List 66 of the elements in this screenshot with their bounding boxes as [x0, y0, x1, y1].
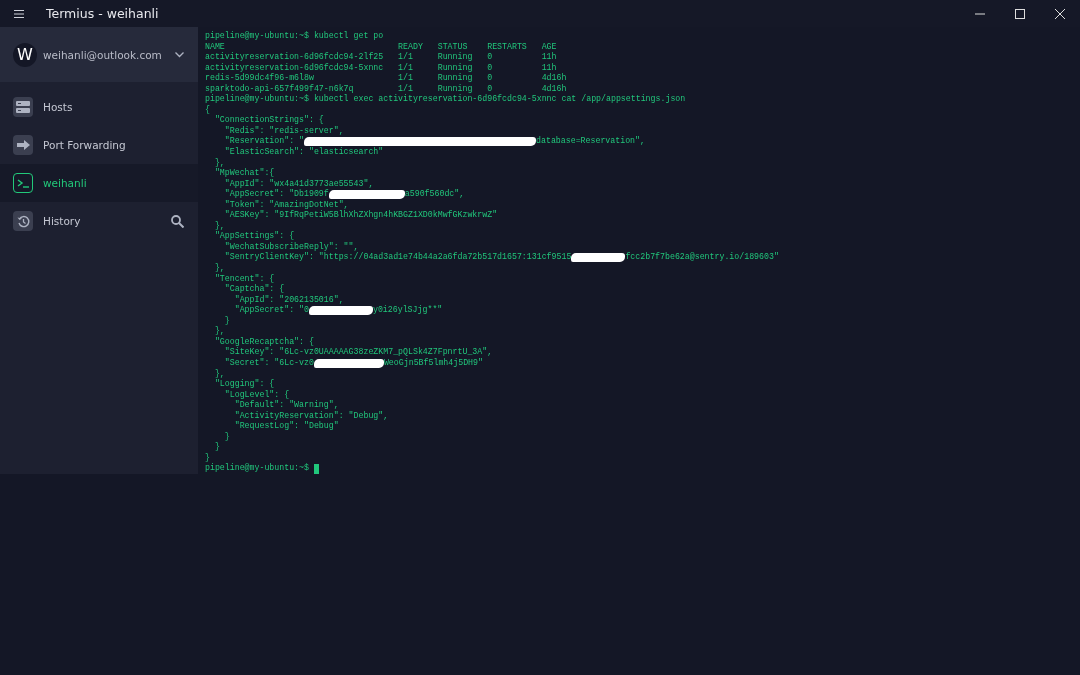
- terminal-text: "AppId": "2062135016",: [233, 294, 344, 305]
- close-icon[interactable]: [1055, 8, 1065, 19]
- terminal-text: "AppSecret": "0: [233, 305, 309, 316]
- terminal-icon: [17, 178, 29, 188]
- terminal-text: "LogLevel": {: [223, 389, 290, 400]
- chevron-icon[interactable]: [175, 51, 184, 58]
- account-panel[interactable]: W weihanli@outlook.com: [0, 27, 198, 82]
- terminal-text: database=Reservation",: [536, 136, 645, 147]
- terminal-text: a590f560dc",: [404, 189, 465, 200]
- terminal-text: "Reservation": ": [223, 136, 305, 147]
- cursor: [313, 463, 319, 474]
- terminal-text: },: [213, 368, 225, 379]
- redaction-scribble: [571, 253, 626, 263]
- terminal-text: },: [213, 263, 225, 274]
- sidebar-item[interactable]: weihanli: [0, 164, 198, 202]
- terminal-text: "RequestLog": "Debug": [233, 421, 339, 432]
- sidebar-item[interactable]: Hosts: [0, 88, 198, 126]
- terminal-text: "MpWechat":{: [213, 168, 275, 179]
- redaction-scribble: [313, 358, 384, 368]
- arrow-icon: [16, 140, 30, 150]
- terminal-text: sparktodo-api-657f499f47-n6k7q 1/1 Running 0 4d16h: [205, 83, 567, 94]
- terminal-text: "GoogleRecaptcha": {: [213, 336, 314, 347]
- account-email: weihanli@outlook.com: [43, 48, 163, 61]
- terminal-text: "AppSettings": {: [213, 231, 295, 242]
- terminal-text: fcc2b7f7be62a@sentry.io/189603": [625, 252, 779, 264]
- maximize-icon[interactable]: [1015, 8, 1025, 19]
- terminal-text: pipeline@my-ubuntu:~$ kubectl get po: [205, 31, 384, 42]
- terminal-text: "Secret": "6Lc-vz0: [223, 357, 314, 369]
- sidebar-item[interactable]: Port Forwarding: [0, 126, 198, 164]
- sidebar-item[interactable]: History: [0, 202, 198, 240]
- terminal-text: "Default": "Warning",: [233, 400, 339, 411]
- terminal-text: "SiteKey": "6Lc-vz0UAAAAAG38zeZKM7_pQLSk4Z7FpnrtU_3A",: [223, 347, 493, 358]
- terminal-text: }: [205, 452, 210, 463]
- avatar: W: [13, 42, 37, 67]
- terminal-text: "ActivityReservation": "Debug",: [233, 410, 389, 421]
- terminal-text: activityreservation-6d96fcdc94-5xnnc 1/1 Running 0 11h: [205, 62, 557, 73]
- search-icon[interactable]: [171, 214, 184, 228]
- terminal-text: "ElasticSearch": "elasticsearch": [223, 147, 384, 158]
- terminal-text: "Captcha": {: [223, 284, 285, 295]
- terminal-text: "ConnectionStrings": {: [213, 115, 324, 126]
- terminal-text: y0i26ylSJjg**": [372, 305, 443, 316]
- terminal-text: "Redis": "redis-server",: [223, 125, 344, 136]
- terminal-text: },: [213, 326, 225, 337]
- terminal-text: }: [223, 431, 230, 443]
- terminal-text: }: [223, 315, 230, 327]
- terminal-text: "AppSecret": "Db1909f: [223, 189, 329, 200]
- terminal-text: activityreservation-6d96fcdc94-2lf25 1/1 Running 0 11h: [205, 52, 557, 63]
- terminal-text: },: [213, 157, 225, 168]
- terminal-text: redis-5d99dc4f96-m6l8w 1/1 Running 0 4d16h: [205, 73, 567, 84]
- terminal-text: "Token": "AmazingDotNet",: [223, 199, 349, 210]
- terminal-text: WeoGjn5Bf5lmh4j5DH9": [383, 357, 483, 369]
- terminal-text: },: [213, 220, 225, 231]
- terminal-text: "AppId": "wx4a41d3773ae55543",: [223, 178, 374, 189]
- terminal-text: pipeline@my-ubuntu:~$: [205, 463, 310, 474]
- terminal-text: "AESKey": "9IfRqPetiW5BlhXhZXhgn4hKBGZ1XD0kMwfGKzwkrwZ": [223, 210, 498, 221]
- redaction-scribble: [308, 306, 373, 315]
- terminal-text: "SentryClientKey": "https://04ad3ad1e74b44a2a6fda72b517d1657:131cf9515: [223, 252, 572, 264]
- terminal-text: "WechatSubscribeReply": "",: [223, 241, 359, 252]
- terminal-text: NAME READY STATUS RESTARTS AGE: [205, 41, 557, 52]
- terminal-text: pipeline@my-ubuntu:~$ kubectl exec activityreservation-6d96fcdc94-5xnnc cat /app/appsettings.json: [205, 94, 686, 105]
- terminal-text: "Logging": {: [213, 379, 275, 390]
- menu-icon[interactable]: [14, 9, 24, 18]
- terminal-text: "Tencent": {: [213, 273, 275, 284]
- terminal-text: {: [205, 104, 210, 116]
- terminal-text: }: [213, 442, 220, 453]
- window-title: Termius - weihanli: [45, 6, 160, 21]
